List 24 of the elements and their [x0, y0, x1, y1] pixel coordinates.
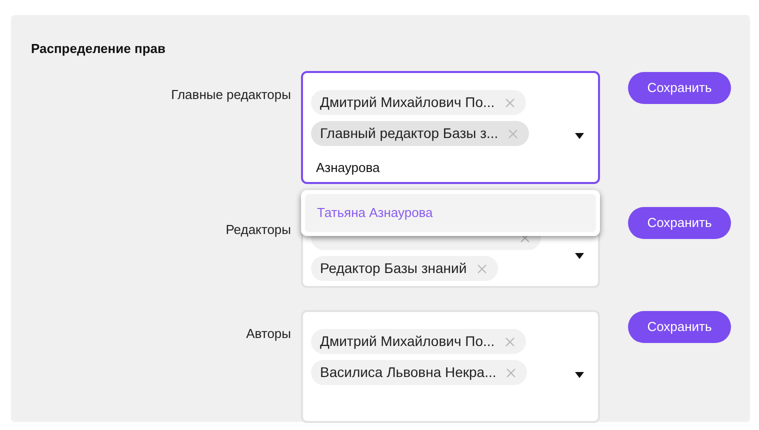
save-button[interactable]: Сохранить: [628, 207, 731, 239]
tag-text: Дмитрий Михайлович По...: [320, 93, 495, 112]
remove-icon[interactable]: [504, 336, 515, 346]
multi-select[interactable]: Дмитрий Михайлович По... Василиса Львовна Некра...: [301, 310, 600, 423]
tag-text: Редактор Базы знаний: [320, 259, 467, 278]
remove-icon[interactable]: [504, 98, 515, 108]
save-button[interactable]: Сохранить: [628, 72, 731, 104]
remove-icon[interactable]: [506, 368, 516, 378]
remove-icon[interactable]: [508, 128, 518, 138]
dropdown-option[interactable]: Татьяна Азнаурова: [305, 194, 596, 232]
field-label: Редакторы: [226, 222, 291, 237]
save-button[interactable]: Сохранить: [628, 311, 731, 343]
dropdown-arrow-icon[interactable]: [575, 372, 584, 378]
remove-icon[interactable]: [476, 264, 487, 274]
section-title: Распределение прав: [31, 41, 166, 56]
tag-text: Дмитрий Михайлович По...: [320, 332, 495, 351]
field-label: Главные редакторы: [171, 87, 291, 102]
multi-select[interactable]: Дмитрий Михайлович По... Главный редактор Базы з... Азнаурова: [301, 71, 600, 184]
dropdown-arrow-icon[interactable]: [575, 252, 584, 258]
dropdown-arrow-icon[interactable]: [575, 133, 584, 139]
field-label: Авторы: [246, 326, 291, 341]
search-input[interactable]: Азнаурова: [311, 152, 569, 182]
tag-text: Главный редактор Базы з...: [320, 124, 498, 143]
tag-text: Василиса Львовна Некра...: [320, 363, 496, 382]
